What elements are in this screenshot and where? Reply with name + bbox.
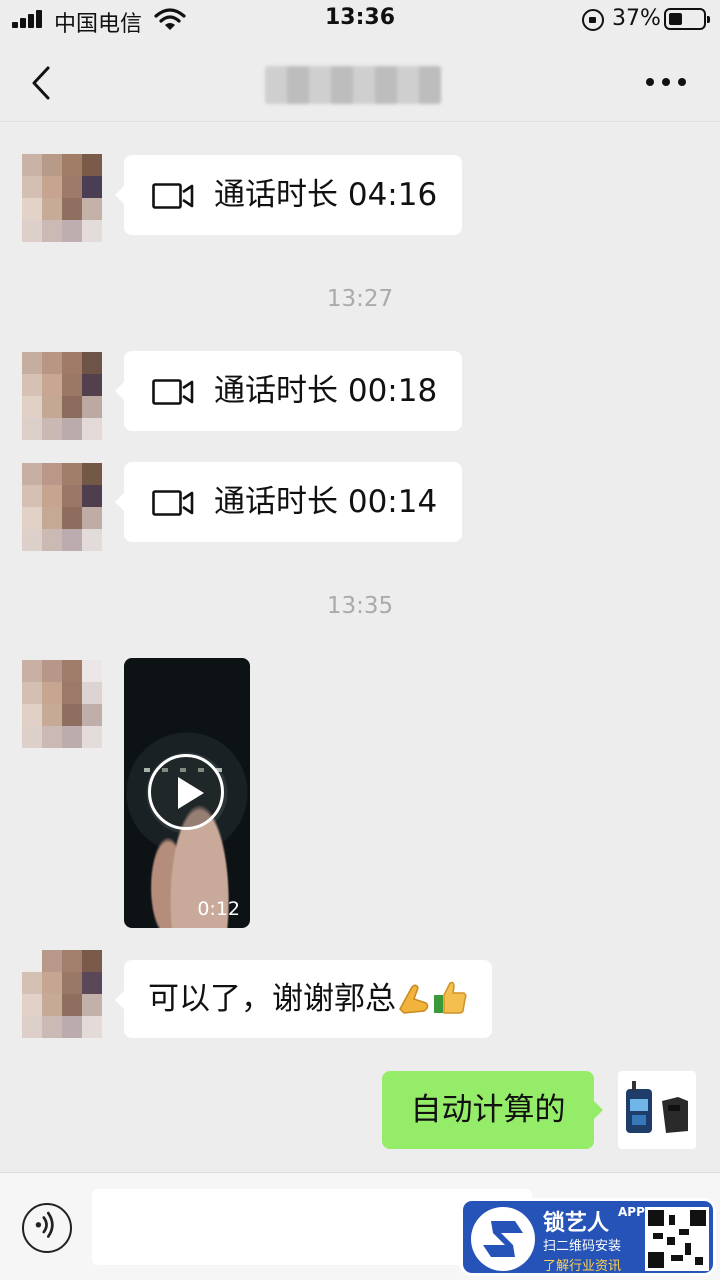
text-message-bubble[interactable]: 可以了，谢谢郭总 [115, 960, 492, 1038]
my-avatar[interactable] [618, 1071, 696, 1149]
contact-avatar[interactable] [22, 660, 102, 748]
call-record-bubble[interactable]: 通话时长 00:14 [115, 462, 462, 542]
battery-icon [664, 8, 710, 30]
battery-fill [669, 13, 682, 25]
message-text: 自动计算的 [410, 1092, 566, 1128]
chat-header [0, 44, 720, 122]
outgoing-message-bubble[interactable]: 自动计算的 [382, 1071, 603, 1149]
video-call-icon [152, 490, 194, 516]
contact-avatar[interactable] [22, 154, 102, 242]
watermark-badge: APP [618, 1205, 645, 1219]
chat-title [265, 66, 441, 104]
more-dots-icon[interactable] [646, 78, 686, 86]
chevron-left-icon[interactable] [30, 66, 52, 100]
contact-avatar[interactable] [22, 950, 102, 1038]
ok-hand-emoji [396, 966, 432, 1014]
call-duration-text: 通话时长 00:14 [214, 484, 438, 520]
play-icon[interactable] [148, 754, 224, 830]
contact-avatar[interactable] [22, 352, 102, 440]
video-call-icon [152, 379, 194, 405]
thumbs-up-emoji [432, 966, 468, 1014]
watermark-title: 锁艺人 [543, 1211, 610, 1236]
call-record-bubble[interactable]: 通话时长 00:18 [115, 351, 462, 431]
watermark-line2: 了解行业资讯 [543, 1259, 622, 1274]
video-duration: 0:12 [197, 898, 240, 920]
battery-percentage: 37% [612, 6, 661, 31]
voice-icon[interactable] [22, 1203, 72, 1253]
call-record-bubble[interactable]: 通话时长 04:16 [115, 155, 462, 235]
video-message[interactable]: 0:12 [124, 658, 250, 928]
status-bar: 中国电信 13:36 37% [0, 0, 720, 44]
watermark-line1: 扫二维码安装 [543, 1239, 622, 1254]
watermark-logo [471, 1207, 535, 1271]
call-duration-text: 通话时长 00:18 [214, 373, 438, 409]
video-call-icon [152, 183, 194, 209]
watermark-banner: 锁艺人 APP 扫二维码安装 了解行业资讯 [460, 1198, 716, 1276]
qr-code-icon [645, 1207, 709, 1271]
time-separator: 13:35 [326, 593, 394, 619]
call-duration-text: 通话时长 04:16 [214, 177, 438, 213]
device-avatar-image [626, 1081, 688, 1133]
rotation-lock-icon [582, 9, 604, 31]
message-text: 可以了，谢谢郭总 [148, 981, 396, 1017]
time-separator: 13:27 [326, 286, 394, 312]
contact-avatar[interactable] [22, 463, 102, 551]
